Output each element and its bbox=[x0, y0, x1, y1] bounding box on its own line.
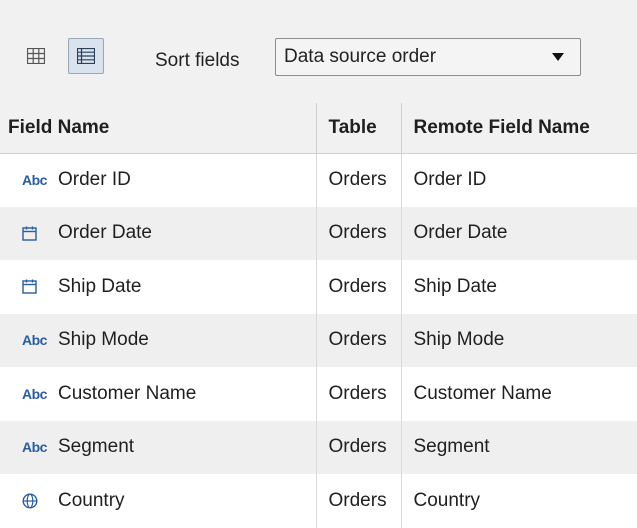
table-cell: Orders bbox=[316, 206, 402, 260]
table-cell: Orders bbox=[316, 260, 402, 314]
remote-field-cell: Ship Mode bbox=[401, 313, 637, 367]
globe-icon[interactable] bbox=[22, 493, 58, 509]
field-name-cell: Ship Date bbox=[0, 260, 317, 314]
table-row[interactable]: Abc Customer Name Orders Customer Name bbox=[0, 367, 637, 421]
field-name-cell: Abc Ship Mode bbox=[0, 313, 317, 367]
table-cell: Orders bbox=[316, 153, 402, 207]
table-cell: Orders bbox=[316, 420, 402, 474]
field-name: Country bbox=[58, 489, 125, 511]
table-row[interactable]: Country Orders Country bbox=[0, 474, 637, 528]
abc-string-icon[interactable]: Abc bbox=[22, 332, 58, 348]
header-table[interactable]: Table bbox=[316, 103, 402, 154]
remote-field-cell: Segment bbox=[401, 420, 637, 474]
abc-string-icon[interactable]: Abc bbox=[22, 172, 58, 188]
fields-table: Field Name Table Remote Field Name Abc O… bbox=[0, 103, 637, 528]
table-header-row: Field Name Table Remote Field Name bbox=[0, 103, 637, 154]
list-view-icon bbox=[77, 48, 95, 64]
table-row[interactable]: Abc Ship Mode Orders Ship Mode bbox=[0, 313, 637, 367]
field-name-cell: Order Date bbox=[0, 206, 317, 260]
field-name: Order Date bbox=[58, 222, 152, 244]
remote-field-cell: Order ID bbox=[413, 169, 487, 190]
remote-field-cell: Customer Name bbox=[413, 382, 552, 404]
field-name-cell: Abc Order ID bbox=[0, 153, 317, 207]
abc-string-icon[interactable]: Abc bbox=[22, 386, 58, 402]
field-name-cell: Country bbox=[0, 474, 317, 528]
grid-view-icon bbox=[27, 48, 45, 64]
table-cell: Orders bbox=[316, 313, 402, 367]
calendar-icon[interactable] bbox=[22, 279, 58, 294]
sort-fields-dropdown[interactable]: Data source order bbox=[275, 38, 581, 76]
field-name-cell: Abc Customer Name bbox=[0, 367, 317, 421]
table-row[interactable]: Abc Segment Orders Segment bbox=[0, 420, 637, 474]
sort-fields-value: Data source order bbox=[284, 46, 437, 67]
field-name: Customer Name bbox=[58, 382, 197, 404]
field-name: Order ID bbox=[58, 169, 131, 190]
grid-view-button[interactable] bbox=[18, 38, 54, 74]
table-cell: Orders bbox=[316, 367, 402, 421]
remote-field-cell: Ship Date bbox=[413, 275, 497, 297]
field-name: Ship Date bbox=[58, 275, 142, 297]
toolbar: Sort fields Data source order bbox=[0, 0, 637, 110]
remote-field-cell: Order Date bbox=[401, 206, 637, 260]
list-view-button[interactable] bbox=[68, 38, 104, 74]
table-row[interactable]: Order Date Orders Order Date bbox=[0, 206, 637, 260]
dropdown-arrow-icon bbox=[552, 53, 564, 61]
header-remote-field-name[interactable]: Remote Field Name bbox=[401, 103, 637, 154]
field-name: Segment bbox=[58, 436, 135, 458]
table-row[interactable]: Abc Order ID Orders Order ID bbox=[0, 153, 637, 207]
sort-fields-label: Sort fields bbox=[155, 50, 240, 71]
header-field-name[interactable]: Field Name bbox=[0, 103, 317, 154]
abc-string-icon[interactable]: Abc bbox=[22, 439, 58, 455]
field-name: Ship Mode bbox=[58, 329, 149, 351]
field-name-cell: Abc Segment bbox=[0, 420, 317, 474]
remote-field-cell: Country bbox=[413, 489, 481, 511]
calendar-icon[interactable] bbox=[22, 226, 58, 241]
table-row[interactable]: Ship Date Orders Ship Date bbox=[0, 260, 637, 314]
table-cell: Orders bbox=[316, 474, 402, 528]
